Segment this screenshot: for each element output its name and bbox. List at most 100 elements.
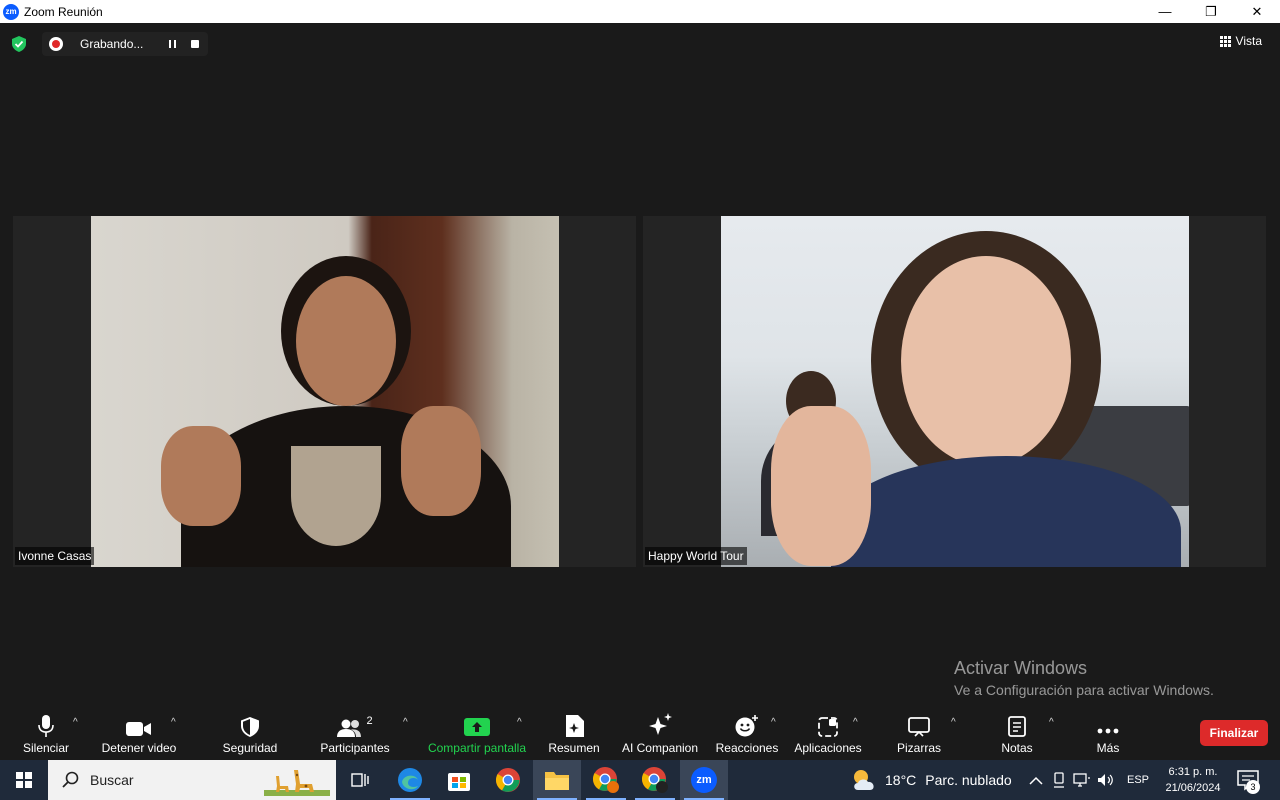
more-dots-icon xyxy=(1096,707,1120,737)
video-tile-2[interactable]: Happy World Tour xyxy=(643,216,1266,567)
windows-logo-icon xyxy=(16,772,32,788)
system-tray-icons: ESP xyxy=(1029,760,1149,800)
summary-icon xyxy=(564,707,584,737)
encryption-shield-icon[interactable] xyxy=(8,33,30,55)
meet-now-icon[interactable] xyxy=(1053,772,1065,788)
end-meeting-button[interactable]: Finalizar xyxy=(1200,720,1268,746)
window-titlebar: zm Zoom Reunión — ❐ ✕ xyxy=(0,0,1280,23)
taskbar-chrome-profile-e[interactable] xyxy=(582,760,630,800)
taskbar-clock[interactable]: 6:31 p. m. 21/06/2024 xyxy=(1158,764,1228,796)
zoom-taskbar-icon: zm xyxy=(691,767,717,793)
face-shape-2 xyxy=(901,256,1071,466)
window-controls: — ❐ ✕ xyxy=(1142,0,1280,23)
view-button[interactable]: Vista xyxy=(1219,34,1262,48)
share-options-caret-icon[interactable]: ^ xyxy=(517,717,522,728)
reactions-options-caret-icon[interactable]: ^ xyxy=(771,717,776,728)
minimize-button[interactable]: — xyxy=(1142,0,1188,23)
task-view-button[interactable] xyxy=(336,760,384,800)
taskbar-store[interactable] xyxy=(435,760,483,800)
participant-name-1: Ivonne Casas xyxy=(15,547,95,565)
share-screen-label: Compartir pantalla xyxy=(427,741,527,755)
watermark-title: Activar Windows xyxy=(954,658,1088,678)
right-thumb-shape xyxy=(401,406,481,516)
microphone-icon xyxy=(38,707,54,737)
ai-companion-label: AI Companion xyxy=(621,741,699,755)
reactions-smiley-icon xyxy=(735,707,759,737)
stop-recording-icon[interactable] xyxy=(191,40,199,48)
whiteboards-button[interactable]: Pizarras xyxy=(892,707,946,760)
mute-button[interactable]: Silenciar xyxy=(14,707,78,760)
notes-button[interactable]: Notas xyxy=(994,707,1040,760)
meeting-topbar: Grabando... Vista xyxy=(0,23,1280,63)
ai-companion-button[interactable]: AI Companion xyxy=(618,707,702,760)
notes-options-caret-icon[interactable]: ^ xyxy=(1049,717,1054,728)
window-title: Zoom Reunión xyxy=(24,4,103,19)
clock-time: 6:31 p. m. xyxy=(1168,766,1218,778)
weather-widget[interactable]: 18°C Parc. nublado xyxy=(850,760,1012,800)
taskbar-chrome[interactable] xyxy=(484,760,532,800)
security-button[interactable]: Seguridad xyxy=(218,707,282,760)
participants-button[interactable]: 2 Participantes xyxy=(318,707,392,760)
clock-date: 21/06/2024 xyxy=(1165,782,1221,794)
search-placeholder: Buscar xyxy=(90,772,134,788)
share-screen-icon xyxy=(464,707,490,737)
taskbar-edge[interactable] xyxy=(386,760,434,800)
grid-view-icon xyxy=(1219,35,1231,47)
security-shield-icon xyxy=(241,707,259,737)
meeting-area: Grabando... Vista Ivonne Casas Happy Wor… xyxy=(0,23,1280,707)
participants-options-caret-icon[interactable]: ^ xyxy=(403,717,408,728)
giraffe-highlight-icon xyxy=(264,770,330,796)
participants-label: Participantes xyxy=(320,741,390,755)
taskbar-file-explorer[interactable] xyxy=(533,760,581,800)
input-language[interactable]: ESP xyxy=(1127,774,1149,786)
notes-label: Notas xyxy=(1001,741,1033,755)
windows-taskbar: Buscar zm 18°C Parc. nublado ESP 6:31 p.… xyxy=(0,760,1280,800)
participant-video-1 xyxy=(91,216,559,567)
whiteboards-options-caret-icon[interactable]: ^ xyxy=(951,717,956,728)
mute-label: Silenciar xyxy=(22,741,70,755)
chrome-icon xyxy=(495,768,520,792)
meeting-toolbar: Silenciar ^ Detener video ^ Seguridad 2 … xyxy=(0,707,1280,760)
whiteboards-label: Pizarras xyxy=(896,741,941,755)
more-button[interactable]: Más xyxy=(1088,707,1128,760)
security-label: Seguridad xyxy=(222,741,278,755)
show-hidden-icons-chevron-icon[interactable] xyxy=(1029,775,1043,785)
audio-options-caret-icon[interactable]: ^ xyxy=(73,717,78,728)
reactions-button[interactable]: Reacciones xyxy=(714,707,780,760)
share-screen-button[interactable]: Compartir pantalla xyxy=(426,707,528,760)
close-button[interactable]: ✕ xyxy=(1234,0,1280,23)
left-thumb-shape xyxy=(161,426,241,526)
stop-video-button[interactable]: Detener video xyxy=(98,707,180,760)
notification-count-badge: 3 xyxy=(1246,780,1260,794)
video-tile-1[interactable]: Ivonne Casas xyxy=(13,216,636,567)
participant-name-2: Happy World Tour xyxy=(645,547,747,565)
activate-windows-watermark: Activar Windows Ve a Configuración para … xyxy=(954,658,1214,698)
apps-icon xyxy=(818,707,838,737)
watermark-subtitle: Ve a Configuración para activar Windows. xyxy=(954,682,1214,698)
apps-button[interactable]: Aplicaciones xyxy=(792,707,864,760)
partly-cloudy-icon xyxy=(854,770,874,790)
restore-button[interactable]: ❐ xyxy=(1188,0,1234,23)
face-shape xyxy=(296,276,396,406)
taskbar-chrome-profile-2[interactable] xyxy=(631,760,679,800)
microsoft-store-icon xyxy=(448,773,470,791)
thumb-shape-2 xyxy=(771,406,871,566)
video-options-caret-icon[interactable]: ^ xyxy=(171,717,176,728)
apps-options-caret-icon[interactable]: ^ xyxy=(853,717,858,728)
ai-sparkle-icon xyxy=(647,707,673,737)
weather-description: Parc. nublado xyxy=(925,772,1012,788)
summary-button[interactable]: Resumen xyxy=(546,707,602,760)
zoom-app-icon: zm xyxy=(3,3,19,20)
weather-temperature: 18°C xyxy=(885,772,917,788)
pause-recording-icon[interactable] xyxy=(166,38,178,50)
taskbar-search[interactable]: Buscar xyxy=(48,760,336,800)
summary-label: Resumen xyxy=(548,741,600,755)
network-icon[interactable] xyxy=(1073,772,1091,788)
participant-video-2 xyxy=(721,216,1189,567)
recording-label: Grabando... xyxy=(80,37,144,51)
speaker-volume-icon[interactable] xyxy=(1097,772,1115,788)
start-button[interactable] xyxy=(0,760,48,800)
video-camera-icon xyxy=(126,707,152,737)
chrome-profile-icon-2 xyxy=(641,767,668,793)
taskbar-zoom[interactable]: zm xyxy=(680,760,728,800)
